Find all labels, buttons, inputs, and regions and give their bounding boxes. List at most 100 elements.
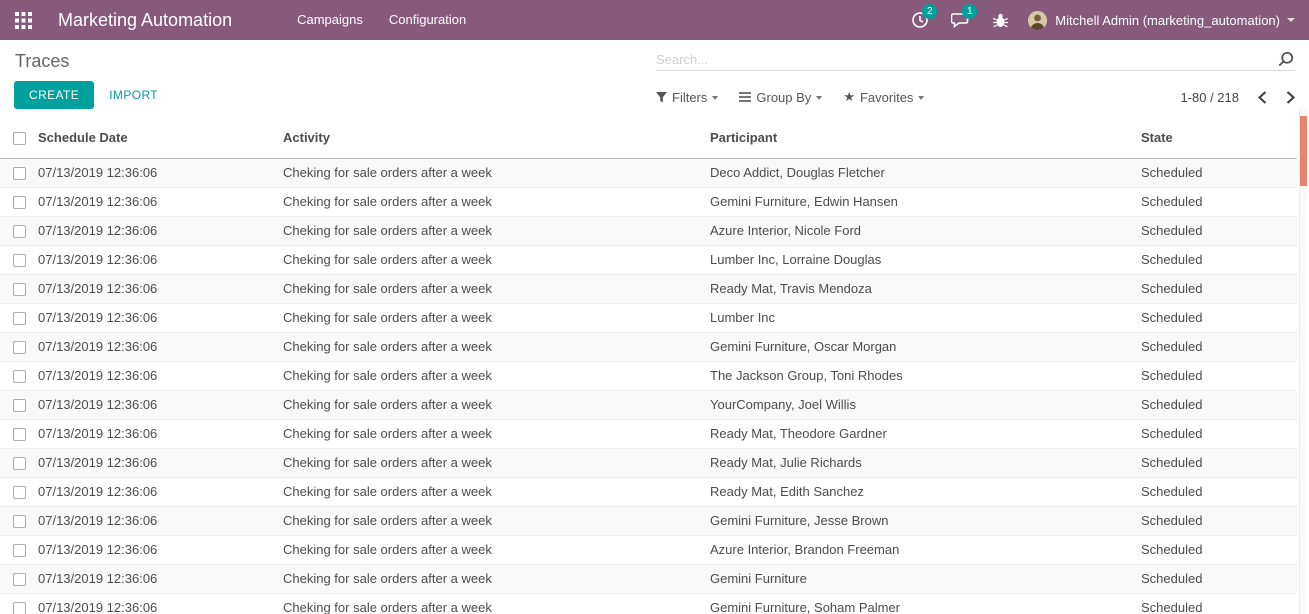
table-row[interactable]: 07/13/2019 12:36:06 Cheking for sale ord…: [0, 420, 1297, 449]
table-row[interactable]: 07/13/2019 12:36:06 Cheking for sale ord…: [0, 478, 1297, 507]
table-row[interactable]: 07/13/2019 12:36:06 Cheking for sale ord…: [0, 188, 1297, 217]
cell-participant: Gemini Furniture, Oscar Morgan: [710, 333, 1141, 362]
cell-schedule-date: 07/13/2019 12:36:06: [38, 362, 283, 391]
activities-button[interactable]: 2: [900, 0, 940, 40]
top-navbar: Marketing Automation Campaigns Configura…: [0, 0, 1309, 40]
search-input[interactable]: [656, 52, 1277, 67]
row-checkbox[interactable]: [13, 428, 26, 441]
debug-button[interactable]: [980, 0, 1020, 40]
cell-activity: Cheking for sale orders after a week: [283, 478, 710, 507]
row-checkbox-cell: [0, 304, 38, 333]
menu-item-campaigns[interactable]: Campaigns: [284, 0, 376, 40]
row-checkbox-cell: [0, 478, 38, 507]
row-checkbox-cell: [0, 159, 38, 188]
cell-participant: YourCompany, Joel Willis: [710, 391, 1141, 420]
chevron-down-icon: [816, 96, 822, 100]
row-checkbox[interactable]: [13, 341, 26, 354]
select-all-checkbox[interactable]: [13, 132, 26, 145]
row-checkbox[interactable]: [13, 573, 26, 586]
messages-button[interactable]: 1: [940, 0, 980, 40]
row-checkbox[interactable]: [13, 370, 26, 383]
row-checkbox[interactable]: [13, 602, 26, 614]
table-row[interactable]: 07/13/2019 12:36:06 Cheking for sale ord…: [0, 391, 1297, 420]
cell-schedule-date: 07/13/2019 12:36:06: [38, 478, 283, 507]
table-row[interactable]: 07/13/2019 12:36:06 Cheking for sale ord…: [0, 159, 1297, 188]
search-bar: [656, 48, 1295, 71]
table-row[interactable]: 07/13/2019 12:36:06 Cheking for sale ord…: [0, 507, 1297, 536]
table-row[interactable]: 07/13/2019 12:36:06 Cheking for sale ord…: [0, 217, 1297, 246]
cell-activity: Cheking for sale orders after a week: [283, 333, 710, 362]
table-row[interactable]: 07/13/2019 12:36:06 Cheking for sale ord…: [0, 362, 1297, 391]
import-button[interactable]: IMPORT: [109, 88, 158, 102]
create-button[interactable]: CREATE: [14, 81, 94, 109]
row-checkbox[interactable]: [13, 254, 26, 267]
favorites-menu[interactable]: ★ Favorites: [837, 89, 930, 105]
row-checkbox[interactable]: [13, 515, 26, 528]
cell-state: Scheduled: [1141, 449, 1297, 478]
column-header-activity[interactable]: Activity: [283, 118, 710, 159]
row-checkbox-cell: [0, 333, 38, 362]
cell-participant: Gemini Furniture, Soham Palmer: [710, 594, 1141, 614]
cell-schedule-date: 07/13/2019 12:36:06: [38, 565, 283, 594]
cell-participant: Gemini Furniture: [710, 565, 1141, 594]
filter-icon: [656, 92, 667, 103]
cell-activity: Cheking for sale orders after a week: [283, 536, 710, 565]
activities-badge: 2: [922, 4, 937, 19]
search-options-row: Filters Group By ★ Favorites 1-80 / 218: [650, 84, 1295, 110]
pager-previous-button[interactable]: [1258, 91, 1267, 104]
filters-menu[interactable]: Filters: [650, 90, 724, 105]
cell-participant: Lumber Inc, Lorraine Douglas: [710, 246, 1141, 275]
table-row[interactable]: 07/13/2019 12:36:06 Cheking for sale ord…: [0, 565, 1297, 594]
search-button[interactable]: [1277, 51, 1295, 67]
cell-state: Scheduled: [1141, 420, 1297, 449]
user-menu[interactable]: Mitchell Admin (marketing_automation): [1028, 11, 1295, 30]
cell-schedule-date: 07/13/2019 12:36:06: [38, 304, 283, 333]
table-row[interactable]: 07/13/2019 12:36:06 Cheking for sale ord…: [0, 246, 1297, 275]
group-by-menu[interactable]: Group By: [733, 90, 828, 105]
group-by-label: Group By: [756, 90, 811, 105]
table-row[interactable]: 07/13/2019 12:36:06 Cheking for sale ord…: [0, 449, 1297, 478]
select-all-header[interactable]: [0, 118, 38, 159]
column-header-participant[interactable]: Participant: [710, 118, 1141, 159]
pager-value[interactable]: 1-80 / 218: [1180, 90, 1239, 105]
cell-schedule-date: 07/13/2019 12:36:06: [38, 391, 283, 420]
cell-schedule-date: 07/13/2019 12:36:06: [38, 188, 283, 217]
app-title[interactable]: Marketing Automation: [58, 10, 232, 31]
menu-item-configuration[interactable]: Configuration: [376, 0, 479, 40]
pager: 1-80 / 218: [1180, 90, 1295, 105]
cell-state: Scheduled: [1141, 188, 1297, 217]
cell-state: Scheduled: [1141, 391, 1297, 420]
column-header-schedule-date[interactable]: Schedule Date: [38, 118, 283, 159]
bug-icon: [992, 12, 1009, 29]
page-title: Traces: [15, 51, 69, 72]
table-row[interactable]: 07/13/2019 12:36:06 Cheking for sale ord…: [0, 594, 1297, 614]
cell-schedule-date: 07/13/2019 12:36:06: [38, 246, 283, 275]
row-checkbox-cell: [0, 536, 38, 565]
row-checkbox[interactable]: [13, 544, 26, 557]
row-checkbox[interactable]: [13, 225, 26, 238]
row-checkbox[interactable]: [13, 167, 26, 180]
cell-state: Scheduled: [1141, 507, 1297, 536]
row-checkbox-cell: [0, 188, 38, 217]
apps-menu-button[interactable]: [0, 0, 46, 40]
row-checkbox[interactable]: [13, 457, 26, 470]
row-checkbox-cell: [0, 217, 38, 246]
row-checkbox[interactable]: [13, 196, 26, 209]
cell-state: Scheduled: [1141, 159, 1297, 188]
pager-next-button[interactable]: [1286, 91, 1295, 104]
table-row[interactable]: 07/13/2019 12:36:06 Cheking for sale ord…: [0, 333, 1297, 362]
table-row[interactable]: 07/13/2019 12:36:06 Cheking for sale ord…: [0, 275, 1297, 304]
table-row[interactable]: 07/13/2019 12:36:06 Cheking for sale ord…: [0, 536, 1297, 565]
column-header-state[interactable]: State: [1141, 118, 1297, 159]
row-checkbox[interactable]: [13, 312, 26, 325]
messages-badge: 1: [962, 4, 977, 19]
row-checkbox[interactable]: [13, 283, 26, 296]
cell-schedule-date: 07/13/2019 12:36:06: [38, 507, 283, 536]
row-checkbox[interactable]: [13, 486, 26, 499]
row-checkbox[interactable]: [13, 399, 26, 412]
vertical-scrollbar[interactable]: [1299, 108, 1307, 614]
row-checkbox-cell: [0, 362, 38, 391]
scrollbar-thumb[interactable]: [1300, 116, 1307, 186]
table-header-row: Schedule Date Activity Participant State: [0, 118, 1297, 159]
table-row[interactable]: 07/13/2019 12:36:06 Cheking for sale ord…: [0, 304, 1297, 333]
